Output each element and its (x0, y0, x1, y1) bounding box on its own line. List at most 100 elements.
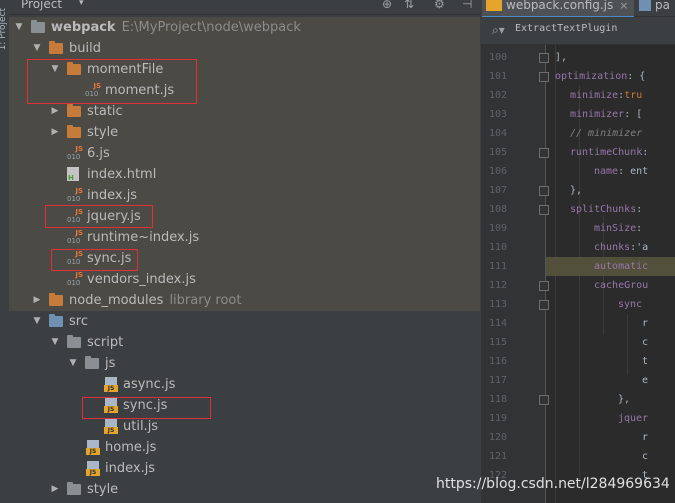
code-line-text: name: ent (594, 162, 648, 181)
collapse-icon[interactable]: ⊣ (462, 0, 472, 11)
split-icon[interactable]: ⇅ (404, 0, 414, 11)
code-token: : (642, 147, 649, 158)
editor-tabs: webpack.config.js × pa (481, 0, 675, 18)
line-number: 113 (488, 299, 507, 310)
gear-icon[interactable]: ⚙ (434, 0, 445, 11)
code-token: c (642, 337, 649, 348)
line-number: 108 (488, 204, 507, 215)
tree-row[interactable]: ▼ js (9, 353, 480, 374)
search-bar[interactable]: ⌕▾ ExtractTextPlugin (481, 17, 675, 45)
code-line-text: chunks:'a (594, 238, 648, 257)
tree-item-name: js (105, 356, 116, 371)
line-number: 115 (488, 337, 507, 348)
line-number: 107 (488, 185, 507, 196)
tree-item-label: util.js (123, 416, 158, 437)
tree-row[interactable]: JS 010 vendors_index.js (9, 269, 480, 290)
code-area[interactable]: ], optimization: {minimize:tru minimizer: … (546, 45, 675, 503)
close-icon[interactable]: × (619, 0, 628, 12)
tab-second[interactable]: pa (639, 0, 675, 16)
code-line-text: c (642, 333, 648, 352)
code-token: runtimeChunk (570, 147, 643, 158)
code-line-text: minimizer: [ (570, 105, 642, 124)
code-line-text: e (642, 371, 648, 390)
collapse-arrow-icon[interactable]: ▶ (49, 479, 61, 500)
tree-row[interactable]: JS home.js (9, 437, 480, 458)
tree-row[interactable]: JS 010 6.js (9, 143, 480, 164)
collapse-arrow-icon[interactable]: ▶ (49, 122, 61, 143)
expand-arrow-icon[interactable]: ▼ (31, 311, 43, 332)
tree-item-label: style (87, 479, 118, 500)
file-icon (639, 0, 651, 11)
tree-item-name: runtime~index.js (87, 230, 200, 245)
expand-arrow-icon[interactable]: ▼ (13, 17, 25, 38)
project-strip-label[interactable]: 1: Project (0, 8, 8, 50)
code-line-text: minimize:tru (570, 86, 642, 105)
tab-webpack-config[interactable]: webpack.config.js × (482, 0, 634, 18)
line-number: 120 (488, 432, 507, 443)
folder-icon (67, 482, 81, 495)
line-number: 111 (488, 261, 507, 272)
search-input[interactable]: ExtractTextPlugin (515, 23, 617, 34)
folder-icon (31, 20, 45, 33)
code-token: cacheGrou (594, 280, 649, 291)
tree-item-label: runtime~index.js (87, 227, 199, 248)
line-number: 118 (488, 394, 507, 405)
line-number: 101 (488, 71, 507, 82)
code-token: chunks (594, 242, 631, 253)
folder-icon (67, 335, 81, 348)
collapse-arrow-icon[interactable]: ▶ (49, 101, 61, 122)
expand-arrow-icon[interactable]: ▼ (31, 38, 43, 59)
tree-item-name: script (87, 335, 124, 350)
tree-item-name: index.js (87, 188, 138, 203)
folder-icon (49, 314, 63, 327)
line-number: 100 (488, 52, 507, 63)
line-number: 116 (488, 356, 507, 367)
tree-row[interactable]: ▼ src (9, 311, 480, 332)
project-view-selector[interactable]: Project (21, 0, 62, 11)
code-token: : (636, 223, 643, 234)
globe-icon[interactable]: ⊕ (382, 0, 392, 11)
tree-item-name: index.html (87, 167, 157, 182)
code-token: r (642, 432, 649, 443)
tree-row[interactable]: JS 010 index.js (9, 185, 480, 206)
expand-arrow-icon[interactable]: ▼ (67, 353, 79, 374)
tree-row[interactable]: JS 010 runtime~index.js (9, 227, 480, 248)
code-line-text: sync (618, 295, 642, 314)
line-number: 119 (488, 413, 507, 424)
highlight-box-momentfile (27, 59, 197, 104)
tree-row[interactable]: ▼ script (9, 332, 480, 353)
tree-item-name: util.js (123, 419, 159, 434)
tree-row[interactable]: ▼ build (9, 38, 480, 59)
tree-row[interactable]: ▶ node_modules library root (9, 290, 480, 311)
code-token: minimize (570, 90, 619, 101)
tree-row[interactable]: JS async.js (9, 374, 480, 395)
tree-row[interactable]: JS util.js (9, 416, 480, 437)
code-token: t (642, 356, 649, 367)
tree-row[interactable]: ▶ style (9, 122, 480, 143)
code-line-text: splitChunks: (570, 200, 642, 219)
html-file-icon: H (67, 167, 83, 182)
tree-row[interactable]: JS sync.js (9, 395, 480, 416)
project-panel: Project ▾ ⊕ ⇅ ⚙ ⊣ ▼ webpack E:\MyProject\n… (9, 0, 480, 503)
tree-row[interactable]: ▶ style (9, 479, 480, 500)
editor-panel: webpack.config.js × pa ⌕▾ ExtractTextPlug… (481, 0, 675, 503)
code-token: e (642, 375, 649, 386)
tree-row[interactable]: JS index.js (9, 458, 480, 479)
code-token: }, (618, 394, 631, 405)
tree-item-name: style (87, 482, 119, 497)
tree-row[interactable]: ▼ webpack E:\MyProject\node\webpack (9, 17, 480, 38)
code-token: optimization (555, 71, 628, 82)
code-token: c (642, 451, 649, 462)
tree-item-name: node_modules (69, 293, 164, 308)
tree-row[interactable]: ▶ static (9, 101, 480, 122)
expand-arrow-icon[interactable]: ▼ (49, 332, 61, 353)
tree-row[interactable]: Hindex.html (9, 164, 480, 185)
collapse-arrow-icon[interactable]: ▶ (31, 290, 43, 311)
line-number-gutter: 100 101 102 103 104 105 106 107 108 109 110 111 112 1… (481, 45, 549, 503)
code-line-text: }, (618, 390, 630, 409)
code-line-text: optimization: { (555, 67, 645, 86)
chevron-down-icon[interactable]: ▾ (79, 0, 84, 8)
compiled-js-icon: JS 010 (67, 145, 83, 161)
line-number: 104 (488, 128, 507, 139)
project-path: E:\MyProject\node\webpack (121, 20, 301, 35)
